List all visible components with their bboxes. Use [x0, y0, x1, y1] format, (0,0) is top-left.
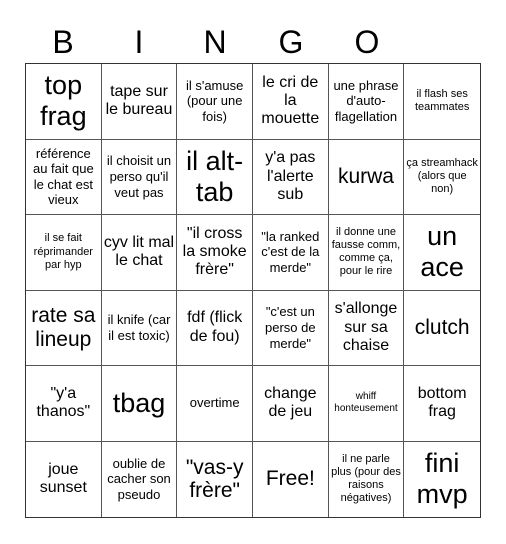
bingo-cell[interactable]: fini mvp [404, 442, 480, 518]
bingo-card-grid: top frag tape sur le bureau il s'amuse (po… [25, 63, 481, 518]
bingo-cell-label: un ace [420, 221, 464, 283]
free-space-cell[interactable]: Free! [253, 441, 329, 517]
bingo-cell-label: clutch [414, 315, 470, 339]
bingo-cell-label: tape sur le bureau [105, 82, 173, 119]
bingo-cell-label: il knife (car il est toxic) [107, 312, 171, 343]
bingo-cell[interactable]: fdf (flick de fou) [177, 290, 253, 366]
bingo-cell[interactable]: y'a pas l'alerte sub [252, 139, 329, 215]
bingo-cell-label: whiff honteusement [334, 390, 398, 415]
bingo-cell[interactable]: kurwa [328, 139, 405, 215]
bingo-cell-label: ça streamhack (alors que non) [406, 156, 478, 196]
bingo-cell-label: bottom frag [417, 384, 467, 421]
bingo-cell[interactable]: il flash ses teammates [404, 64, 480, 140]
bingo-cell[interactable]: joue sunset [26, 441, 102, 517]
bingo-cell[interactable]: change de jeu [252, 366, 329, 442]
bingo-cell-label: il s'amuse (pour une fois) [185, 77, 244, 125]
bingo-cell-label: rate sa lineup [31, 304, 96, 351]
bingo-cell[interactable]: tbag [101, 366, 178, 442]
bingo-cell[interactable]: il donne une fausse comm, comme ça, pour… [328, 215, 405, 291]
bingo-cell-label: il flash ses teammates [414, 88, 470, 114]
bingo-cell[interactable]: référence au fait que le chat est vieux [26, 139, 102, 215]
bingo-cell[interactable]: le cri de la mouette [252, 64, 329, 140]
header-letter-i: I [134, 24, 144, 60]
bingo-cell[interactable]: un ace [404, 215, 480, 291]
bingo-cell-label: oublie de cacher son pseudo [107, 455, 171, 503]
bingo-cell-label: Free! [265, 467, 315, 491]
bingo-cell-label: il ne parle plus (pour des raisons négat… [331, 452, 401, 505]
bingo-cell[interactable]: il knife (car il est toxic) [101, 290, 178, 366]
bingo-cell[interactable]: "vas-y frère" [177, 441, 253, 517]
bingo-cell-label: overtime [189, 395, 240, 411]
bingo-cell[interactable]: oublie de cacher son pseudo [102, 441, 178, 517]
bingo-cell-label: fini mvp [416, 448, 468, 510]
bingo-cell-label: "c'est un perso de merde" [265, 304, 316, 351]
header-letter-g: G [278, 24, 304, 60]
bingo-cell[interactable]: rate sa lineup [26, 290, 102, 366]
bingo-cell[interactable]: ça streamhack (alors que non) [404, 140, 480, 215]
bingo-cell-label: le cri de la mouette [261, 73, 320, 128]
bingo-header: B I N G O [25, 22, 481, 62]
bingo-cell-label: "vas-y frère" [185, 455, 244, 503]
bingo-cell-label: fdf (flick de fou) [187, 309, 243, 345]
bingo-cell[interactable]: "il cross la smoke frère" [177, 215, 253, 291]
bingo-cell-label: cyv lit mal le chat [103, 233, 175, 270]
bingo-cell-label: référence au fait que le chat est vieux [32, 145, 94, 208]
bingo-cell-label: change de jeu [264, 384, 317, 421]
bingo-cell[interactable]: tape sur le bureau [101, 64, 178, 140]
bingo-cell[interactable]: "la ranked c'est de la merde" [252, 215, 329, 291]
bingo-cell-label: il se fait réprimander par hyp [33, 232, 93, 271]
bingo-cell[interactable]: il alt-tab [177, 139, 253, 215]
bingo-cell-label: une phrase d'auto-flagellation [333, 77, 399, 125]
bingo-cell[interactable]: s'allonge sur sa chaise [328, 290, 405, 366]
bingo-cell[interactable]: clutch [404, 291, 480, 366]
bingo-cell-label: y'a pas l'alerte sub [265, 149, 316, 203]
bingo-cell-label: il alt-tab [186, 145, 244, 207]
bingo-cell[interactable]: cyv lit mal le chat [101, 215, 178, 291]
bingo-cell[interactable]: "c'est un perso de merde" [252, 290, 329, 366]
bingo-cell[interactable]: overtime [177, 366, 253, 442]
header-letter-o: O [354, 24, 380, 60]
bingo-cell[interactable]: whiff honteusement [328, 366, 405, 442]
bingo-cell-label: "y'a thanos" [36, 384, 91, 421]
bingo-cell-label: top frag [40, 70, 87, 132]
bingo-cell[interactable]: "y'a thanos" [26, 366, 102, 442]
bingo-cell[interactable]: il se fait réprimander par hyp [26, 215, 102, 291]
bingo-cell[interactable]: bottom frag [404, 366, 480, 442]
bingo-cell-label: "la ranked c'est de la merde" [261, 228, 320, 276]
bingo-cell-label: s'allonge sur sa chaise [334, 300, 398, 354]
bingo-cell-label: "il cross la smoke frère" [182, 224, 247, 279]
header-letter-n: N [203, 24, 227, 60]
bingo-cell-label: kurwa [337, 164, 394, 188]
bingo-cell[interactable]: il s'amuse (pour une fois) [177, 64, 253, 140]
bingo-cell-label: il choisit un perso qu'il veut pas [106, 153, 172, 200]
bingo-cell[interactable]: top frag [26, 64, 102, 140]
bingo-cell-label: joue sunset [39, 460, 87, 497]
bingo-cell[interactable]: il choisit un perso qu'il veut pas [101, 139, 178, 215]
bingo-cell-label: il donne une fausse comm, comme ça, pour… [331, 225, 401, 278]
bingo-cell[interactable]: une phrase d'auto-flagellation [328, 64, 405, 140]
header-letter-b: B [52, 24, 74, 60]
bingo-cell[interactable]: il ne parle plus (pour des raisons négat… [329, 441, 405, 517]
bingo-cell-label: tbag [112, 387, 166, 418]
